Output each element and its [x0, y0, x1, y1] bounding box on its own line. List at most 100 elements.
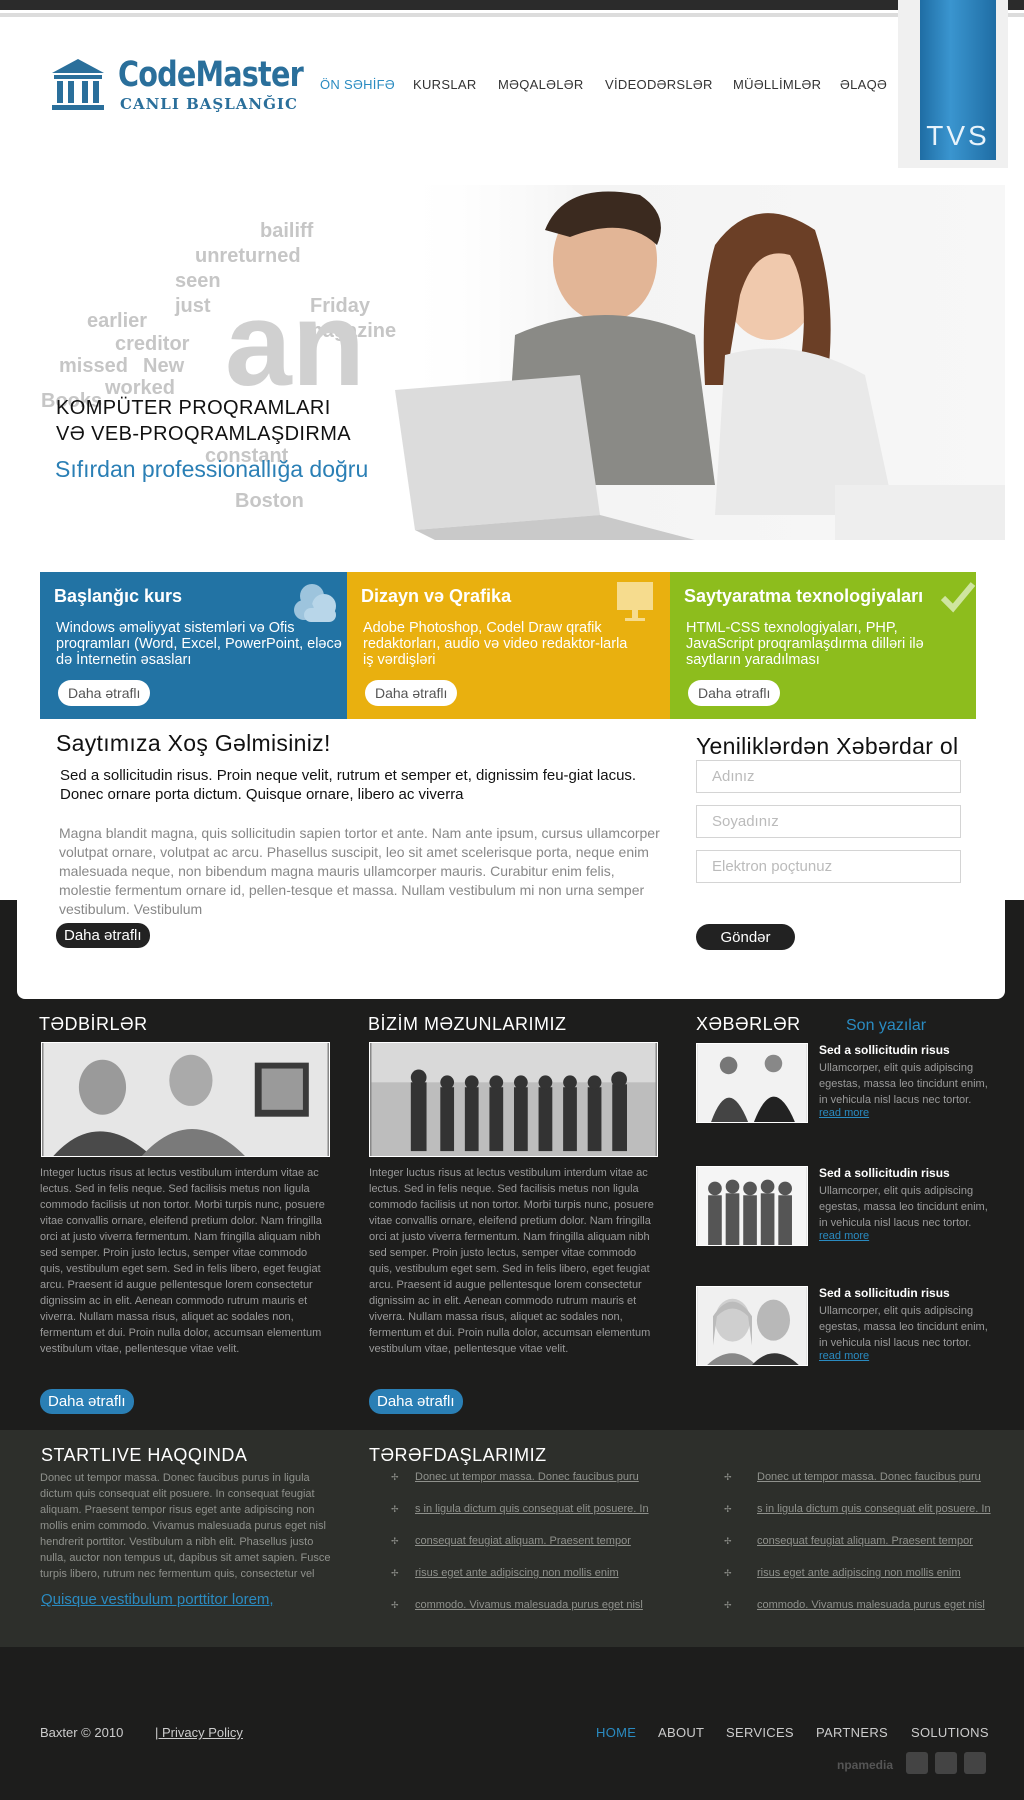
museum-icon	[52, 59, 104, 110]
partner-link[interactable]: commodo. Vivamus malesuada purus eget ni…	[415, 1599, 643, 1611]
graduates-title: BİZİM MƏZUNLARIMIZ	[368, 1014, 567, 1034]
name-field[interactable]	[696, 760, 961, 793]
feature-more-button[interactable]: Daha ətraflı	[688, 680, 781, 706]
read-more-link[interactable]: read more	[819, 1350, 869, 1362]
logo-subtitle: CANLI BAŞLANĞIC	[120, 95, 298, 113]
footer-nav-services[interactable]: SERVICES	[726, 1725, 794, 1740]
partner-link[interactable]: Donec ut tempor massa. Donec faucibus pu…	[415, 1471, 639, 1483]
welcome-body-text: Magna blandit magna, quis sollicitudin s…	[59, 825, 660, 917]
nav-item-teachers[interactable]: MÜƏLLİMLƏR	[733, 77, 821, 92]
welcome-lead-text: Sed a sollicitudin risus. Proin neque ve…	[60, 767, 637, 803]
news-item: Sed a sollicitudin risus Ullamcorper, el…	[696, 1043, 996, 1125]
privacy-policy-link[interactable]: | Privacy Policy	[155, 1725, 243, 1740]
bullet-icon: ✢	[724, 1472, 732, 1482]
nav-item-courses[interactable]: KURSLAR	[413, 77, 477, 92]
feature-box-beginner: Başlanğıc kurs Windows əməliyyat sisteml…	[40, 572, 347, 719]
events-more-button[interactable]: Daha ətraflı	[40, 1389, 134, 1414]
newsletter-title: Yeniliklərdən Xəbərdar ol	[696, 733, 959, 759]
hero-tagline: Sıfırdan professionallığa doğru	[55, 456, 369, 482]
feature-title: Dizayn və Qrafika	[361, 586, 512, 606]
bullet-icon: ✢	[391, 1600, 399, 1610]
footer-nav-solutions[interactable]: SOLUTIONS	[911, 1725, 989, 1740]
feature-more-button[interactable]: Daha ətraflı	[58, 680, 151, 706]
top-dark-strip	[0, 0, 1024, 10]
word-cloud-word: unreturned	[195, 245, 301, 267]
partner-link[interactable]: Donec ut tempor massa. Donec faucibus pu…	[757, 1471, 981, 1483]
feature-more-button[interactable]: Daha ətraflı	[365, 680, 458, 706]
bullet-icon: ✢	[391, 1504, 399, 1514]
checkmark-icon	[940, 582, 976, 613]
nav-item-articles[interactable]: MƏQALƏLƏR	[498, 77, 584, 92]
partner-link[interactable]: s in ligula dictum quis consequat elit p…	[415, 1503, 649, 1515]
read-more-link[interactable]: read more	[819, 1107, 869, 1119]
news-headline: Sed a sollicitudin risus	[819, 1166, 950, 1180]
word-cloud-word: seen	[175, 270, 221, 292]
partner-link[interactable]: s in ligula dictum quis consequat elit p…	[757, 1503, 991, 1515]
events-text: Integer luctus risus at lectus vestibulu…	[40, 1167, 325, 1355]
about-title: STARTLIVE HAQQINDA	[41, 1445, 248, 1465]
news-thumbnail[interactable]	[696, 1043, 808, 1123]
word-cloud-word: missed	[59, 355, 128, 377]
partner-link[interactable]: consequat feugiat aliquam. Praesent temp…	[757, 1535, 973, 1547]
email-field[interactable]	[696, 850, 961, 883]
delicious-icon[interactable]	[964, 1752, 986, 1774]
news-thumbnail[interactable]	[696, 1166, 808, 1246]
nav-item-video-lessons[interactable]: VİDEODƏRSLƏR	[605, 77, 713, 92]
partners-title: TƏRƏFDAŞLARIMIZ	[369, 1445, 547, 1465]
graduates-more-button[interactable]: Daha ətraflı	[369, 1389, 463, 1414]
feature-title: Başlanğıc kurs	[54, 586, 183, 606]
about-link[interactable]: Quisque vestibulum porttitor lorem,	[41, 1591, 274, 1608]
logo-title: CodeMaster	[118, 55, 304, 95]
events-photo[interactable]	[41, 1042, 330, 1157]
newsletter-submit-button[interactable]: Göndər	[696, 924, 795, 950]
word-cloud-word: an	[225, 277, 366, 411]
top-grey-strip	[0, 13, 1024, 17]
hero-students-photo	[395, 185, 1005, 540]
tvs-label: TVS	[926, 120, 990, 151]
site-logo[interactable]: CodeMaster CANLI BAŞLANĞIC	[48, 55, 304, 120]
twitter-icon[interactable]	[906, 1752, 928, 1774]
partner-link[interactable]: risus eget ante adipiscing non mollis en…	[757, 1567, 961, 1579]
cloud-icon	[294, 584, 336, 622]
footer-nav-about[interactable]: ABOUT	[658, 1725, 704, 1740]
news-item: Sed a sollicitudin risus Ullamcorper, el…	[696, 1286, 996, 1368]
word-cloud-word: just	[175, 295, 211, 317]
word-cloud-word: earlier	[87, 310, 148, 332]
feature-description: Adobe Photoshop, Codel Draw qrafik redak…	[363, 620, 628, 668]
tvs-banner[interactable]: TVS	[920, 0, 996, 160]
word-cloud-word: Boston	[235, 490, 304, 512]
hero-title-line1: KOMPÜTER PROQRAMLARI	[56, 397, 331, 419]
flickr-icon[interactable]	[935, 1752, 957, 1774]
surname-field[interactable]	[696, 805, 961, 838]
hero-section: bailiff unreturned seen just earlier cre…	[15, 175, 1005, 545]
news-thumbnail[interactable]	[696, 1286, 808, 1366]
footer-nav-home[interactable]: HOME	[596, 1725, 636, 1740]
news-text: Ullamcorper, elit quis adipiscing egesta…	[819, 1062, 988, 1106]
bullet-icon: ✢	[391, 1536, 399, 1546]
nav-item-home[interactable]: ÖN SƏHİFƏ	[320, 77, 395, 92]
feature-description: HTML-CSS texnologiyaları, PHP, JavaScrip…	[686, 620, 924, 668]
bullet-icon: ✢	[391, 1472, 399, 1482]
npamedia-credit[interactable]: npamedia	[837, 1758, 893, 1772]
word-cloud-word: creditor	[115, 333, 190, 355]
news-item: Sed a sollicitudin risus Ullamcorper, el…	[696, 1166, 996, 1248]
graduates-text: Integer luctus risus at lectus vestibulu…	[369, 1167, 654, 1355]
bullet-icon: ✢	[724, 1504, 732, 1514]
footer-nav-partners[interactable]: PARTNERS	[816, 1725, 888, 1740]
welcome-more-button[interactable]: Daha ətraflı	[56, 923, 150, 948]
bullet-icon: ✢	[724, 1536, 732, 1546]
partner-link[interactable]: consequat feugiat aliquam. Praesent temp…	[415, 1535, 631, 1547]
recent-posts-link[interactable]: Son yazılar	[846, 1017, 926, 1035]
nav-item-contact[interactable]: ƏLAQƏ	[840, 77, 887, 92]
read-more-link[interactable]: read more	[819, 1230, 869, 1242]
graduates-photo[interactable]	[369, 1042, 658, 1157]
news-title: XƏBƏRLƏR	[696, 1014, 801, 1034]
about-text: Donec ut tempor massa. Donec faucibus pu…	[40, 1472, 331, 1580]
bullet-icon: ✢	[391, 1568, 399, 1578]
partner-link[interactable]: commodo. Vivamus malesuada purus eget ni…	[757, 1599, 985, 1611]
news-text: Ullamcorper, elit quis adipiscing egesta…	[819, 1185, 988, 1229]
word-cloud-word: bailiff	[260, 220, 314, 242]
news-headline: Sed a sollicitudin risus	[819, 1286, 950, 1300]
partner-link[interactable]: risus eget ante adipiscing non mollis en…	[415, 1567, 619, 1579]
bullet-icon: ✢	[724, 1568, 732, 1578]
